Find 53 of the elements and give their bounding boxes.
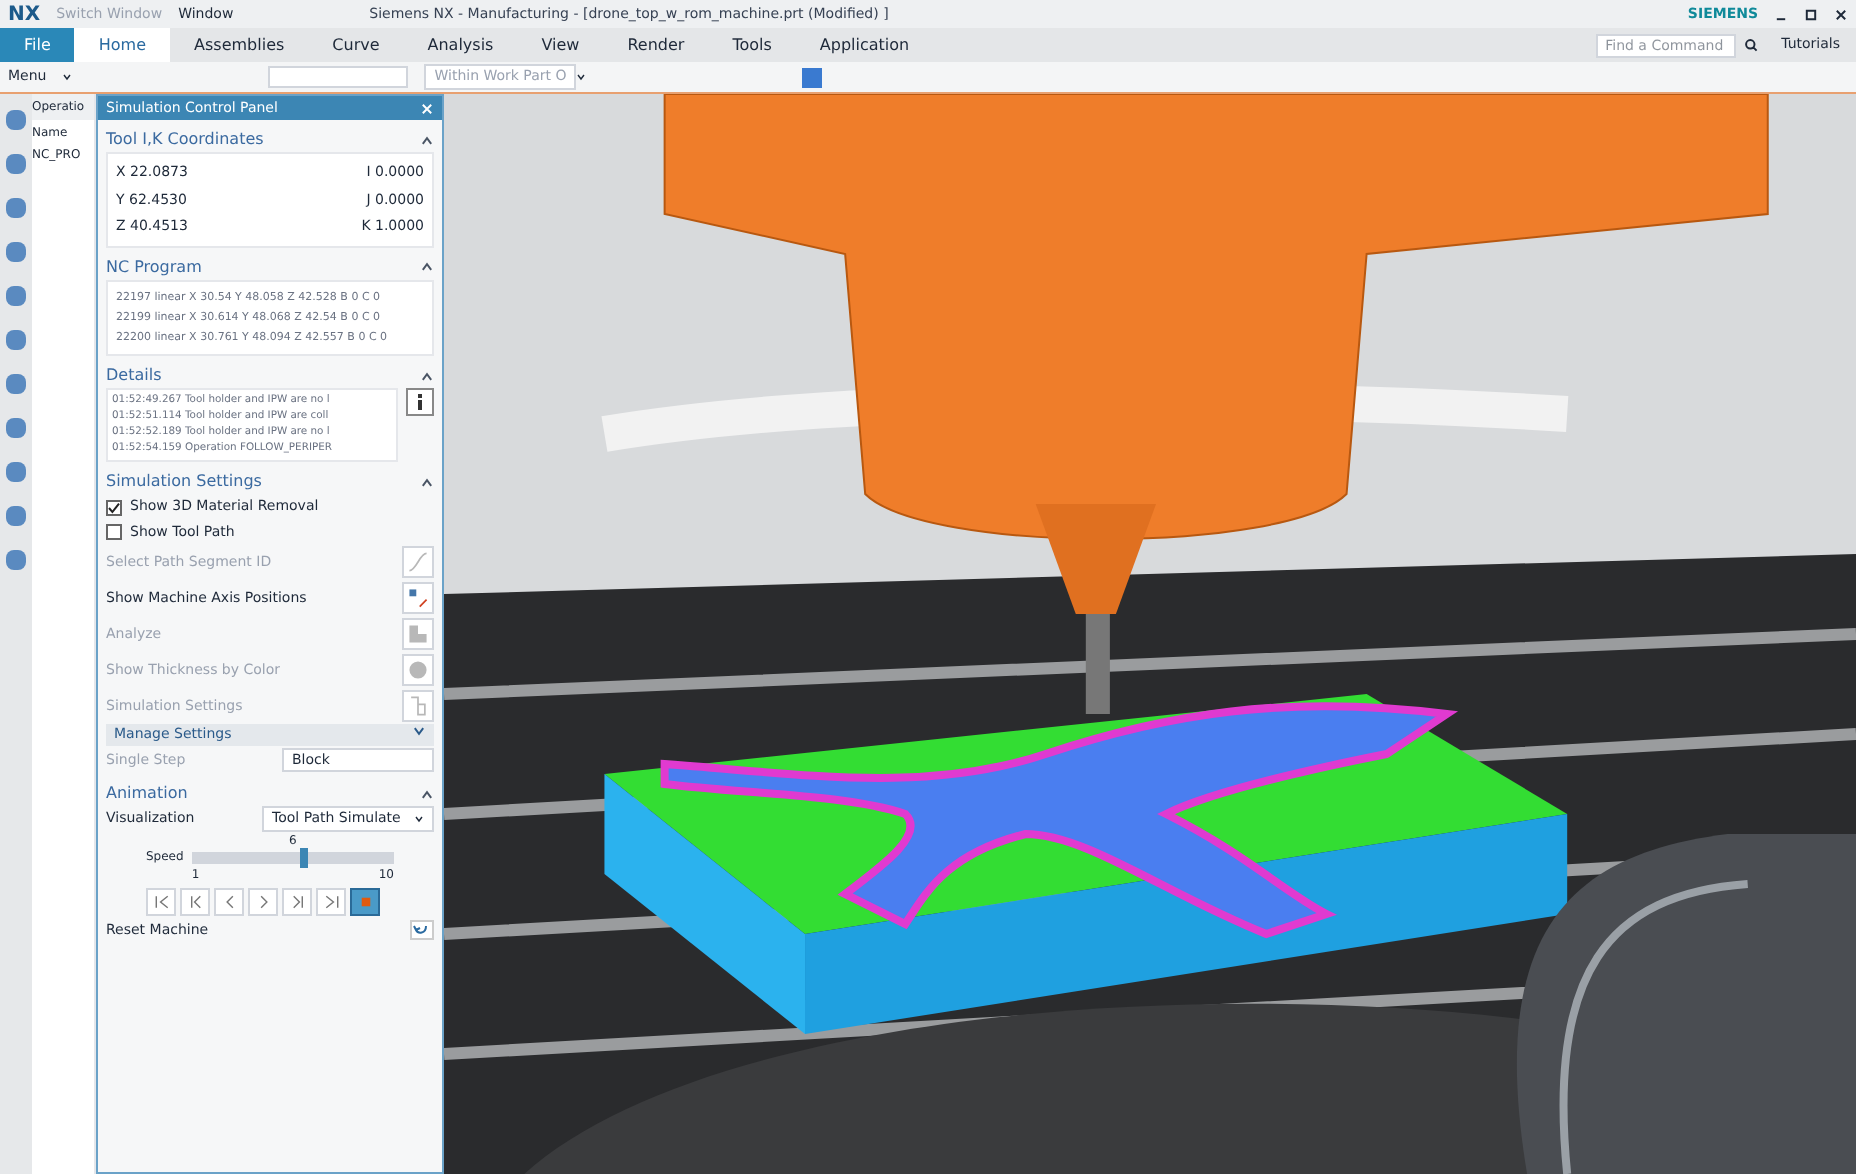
ribbon-tab[interactable]: Tools — [708, 28, 796, 62]
resource-bar-icon[interactable] — [6, 110, 26, 130]
section-title: Tool I,K Coordinates — [106, 128, 264, 152]
collapse-icon[interactable] — [420, 133, 434, 147]
expand-icon[interactable] — [412, 724, 426, 739]
search-icon[interactable] — [1743, 38, 1758, 52]
collapse-icon[interactable] — [420, 369, 434, 384]
resource-bar-icon[interactable] — [6, 462, 26, 482]
resource-bar-icon[interactable] — [6, 506, 26, 526]
close-icon[interactable] — [1834, 7, 1848, 21]
resource-bar-icon[interactable] — [6, 418, 26, 438]
media-control-icon — [321, 891, 341, 912]
collapse-icon[interactable] — [420, 787, 434, 802]
section-title: Details — [106, 364, 162, 389]
ribbon-tab[interactable]: Render — [603, 28, 709, 62]
media-control-icon — [185, 891, 205, 912]
ribbon-tab[interactable]: Analysis — [403, 28, 518, 62]
section-title: NC Program — [106, 255, 202, 279]
ribbon-tab[interactable]: Application — [795, 28, 934, 62]
maximize-icon[interactable] — [1804, 7, 1818, 21]
ribbon-tab[interactable]: Curve — [308, 28, 404, 62]
resource-bar-icon[interactable] — [6, 198, 26, 218]
slider-thumb[interactable] — [300, 847, 309, 868]
resource-bar-icon[interactable] — [6, 242, 26, 262]
option-icon[interactable] — [402, 582, 434, 615]
checkbox[interactable] — [106, 499, 122, 516]
resource-bar-icon[interactable] — [6, 154, 26, 174]
resource-bar-icon[interactable] — [6, 550, 26, 570]
ribbon-tab[interactable]: View — [517, 28, 604, 62]
caret-icon[interactable] — [62, 72, 73, 82]
app-logo: NX — [8, 1, 41, 29]
resource-bar-icon[interactable] — [6, 330, 26, 350]
media-control-icon — [287, 891, 307, 912]
ribbon-tab[interactable]: File — [0, 28, 75, 62]
info-button[interactable] — [406, 388, 434, 417]
view-toolbar-icon[interactable] — [802, 67, 823, 87]
option-icon[interactable] — [402, 618, 434, 651]
section-title: Simulation Settings — [106, 470, 262, 495]
caret-icon[interactable] — [576, 72, 587, 82]
ribbon-tab[interactable]: Assemblies — [170, 28, 309, 62]
media-control-icon — [151, 891, 171, 912]
option-icon[interactable] — [402, 654, 434, 687]
media-control-button[interactable] — [350, 887, 380, 916]
section-title: Animation — [106, 782, 188, 807]
collapse-icon[interactable] — [420, 260, 434, 274]
resource-bar-icon[interactable] — [6, 374, 26, 394]
ribbon-tab[interactable]: Home — [74, 28, 171, 62]
caret-icon[interactable] — [414, 814, 424, 825]
resource-bar-icon[interactable] — [6, 286, 26, 306]
checkbox[interactable] — [106, 524, 122, 541]
speed-slider[interactable] — [191, 851, 394, 864]
collapse-icon[interactable] — [420, 475, 434, 490]
reset-icon[interactable] — [410, 920, 434, 941]
